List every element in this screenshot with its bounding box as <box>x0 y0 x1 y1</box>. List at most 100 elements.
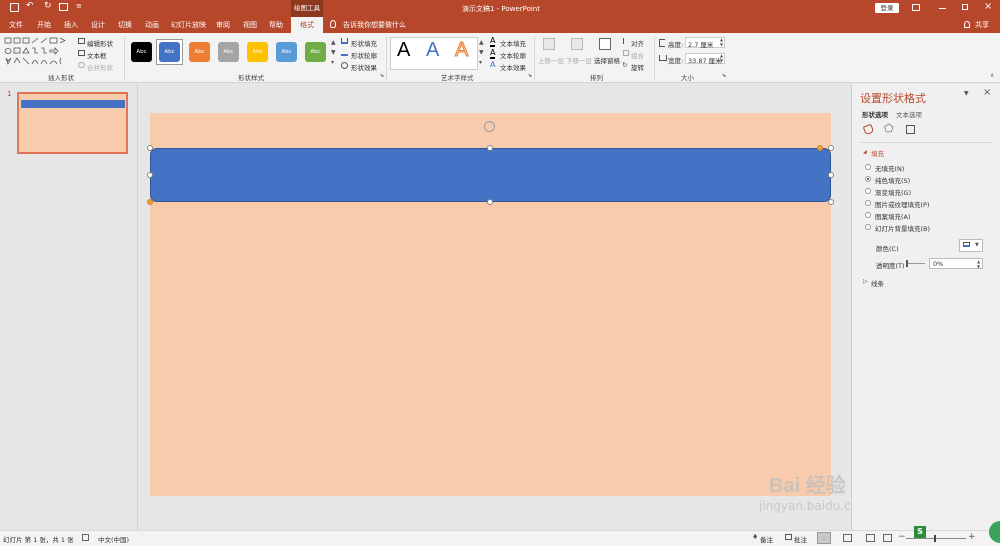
tab-file[interactable]: 文件 <box>9 20 23 30</box>
undo-icon[interactable]: ↶ <box>26 1 34 11</box>
shape-effect-button[interactable]: 形状效果 <box>351 62 377 72</box>
login-button[interactable]: 登录 <box>875 3 899 13</box>
shape-gallery[interactable] <box>4 37 66 69</box>
line-section-expand-icon[interactable]: ▷ <box>863 278 868 285</box>
style-swatch-lightblue[interactable]: Abc <box>276 42 297 62</box>
shape-fill-button[interactable]: 形状填充 <box>351 38 377 48</box>
transparency-slider[interactable] <box>906 260 925 267</box>
height-spin-icon[interactable]: ▲ ▼ <box>720 37 723 47</box>
fill-option-none[interactable]: 无填充(N) <box>865 163 965 173</box>
style-swatch-black[interactable]: Abc <box>131 42 152 62</box>
tab-shape-options[interactable]: 形状选项 <box>862 109 888 119</box>
dialog-launcher-icon[interactable]: ⬊ <box>380 73 384 79</box>
start-from-beginning-icon[interactable] <box>59 3 68 11</box>
fill-option-solid[interactable]: 纯色填充(S) <box>865 175 965 185</box>
width-input[interactable]: 33.87 厘米 <box>685 53 725 65</box>
effects-icon[interactable]: ⬠ <box>884 123 894 134</box>
normal-view-icon[interactable] <box>817 532 831 544</box>
edit-shape-button[interactable]: 编辑形状 <box>87 38 113 48</box>
resize-handle-bottom-left[interactable] <box>147 199 153 205</box>
selection-pane-button[interactable]: 选择窗格 <box>594 55 620 65</box>
close-icon[interactable]: × <box>984 1 992 12</box>
resize-handle-bottom-right[interactable] <box>828 199 834 205</box>
gallery-scroll-icon[interactable]: ▲ ▼ ▾ <box>331 38 336 68</box>
minimize-icon[interactable] <box>939 8 946 9</box>
tab-view[interactable]: 视图 <box>243 20 257 30</box>
fill-option-gradient[interactable]: 渐变填充(G) <box>865 187 965 197</box>
text-outline-button[interactable]: 文本轮廓 <box>500 50 526 60</box>
color-picker-button[interactable]: ▼ <box>959 239 983 252</box>
zoom-in-icon[interactable]: + <box>968 532 976 542</box>
comments-button[interactable]: 批注 <box>794 534 807 544</box>
fill-option-pattern[interactable]: 图案填充(A) <box>865 211 965 221</box>
align-button[interactable]: 对齐 <box>631 38 644 48</box>
zoom-slider-thumb[interactable] <box>934 535 936 542</box>
bring-forward-button[interactable]: 上移一层 <box>538 55 564 65</box>
rotate-button[interactable]: 旋转 <box>631 62 644 72</box>
style-swatch-gold[interactable]: Abc <box>247 42 268 62</box>
tab-help[interactable]: 帮助 <box>269 20 283 30</box>
style-swatch-orange[interactable]: Abc <box>189 42 210 62</box>
language-label[interactable]: 中文(中国) <box>98 534 129 544</box>
reading-view-icon[interactable] <box>866 534 875 542</box>
selected-rounded-rectangle[interactable] <box>150 148 831 202</box>
slide-thumbnail[interactable] <box>17 92 128 154</box>
line-section-header[interactable]: 线条 <box>871 278 884 288</box>
zoom-out-icon[interactable]: − <box>898 532 906 542</box>
fill-section-expand-icon[interactable]: ◢ <box>863 149 867 155</box>
style-swatch-gray[interactable]: Abc <box>218 42 239 62</box>
ribbon-display-options-icon[interactable] <box>912 4 920 11</box>
tell-me-box[interactable]: 告诉我你想要做什么 <box>343 20 406 30</box>
collapse-ribbon-icon[interactable]: ∧ <box>990 72 994 79</box>
transparency-input[interactable]: 0% <box>929 258 983 269</box>
tab-format[interactable]: 格式 <box>291 17 323 33</box>
transparency-spin-icon[interactable]: ▲ ▼ <box>977 259 980 269</box>
tab-slideshow[interactable]: 幻灯片放映 <box>171 20 206 30</box>
tab-text-options[interactable]: 文本选项 <box>896 109 922 119</box>
text-effect-button[interactable]: 文本效果 <box>500 62 526 72</box>
fill-line-icon[interactable] <box>862 123 875 136</box>
wordart-black-a[interactable]: A <box>397 39 410 62</box>
fill-option-picture[interactable]: 图片或纹理填充(P) <box>865 199 985 209</box>
wordart-scroll-icon[interactable]: ▲ ▼ ▾ <box>479 38 484 68</box>
group-button[interactable]: 组合 <box>631 50 644 60</box>
tab-design[interactable]: 设计 <box>91 20 105 30</box>
notes-button[interactable]: 备注 <box>760 534 773 544</box>
slide-sorter-icon[interactable] <box>843 534 852 542</box>
tab-home[interactable]: 开始 <box>37 20 51 30</box>
pane-close-icon[interactable]: × <box>983 87 991 98</box>
resize-handle-top[interactable] <box>487 145 493 151</box>
tab-transitions[interactable]: 切换 <box>118 20 132 30</box>
size-properties-icon[interactable] <box>906 125 915 134</box>
restore-icon[interactable] <box>962 4 968 10</box>
send-backward-button[interactable]: 下移一层 <box>566 55 592 65</box>
pane-options-icon[interactable]: ▼ <box>964 90 969 97</box>
rotate-handle-icon[interactable] <box>484 121 495 132</box>
fill-section-header[interactable]: 填充 <box>871 148 884 158</box>
tab-insert[interactable]: 插入 <box>64 20 78 30</box>
wordart-blue-a[interactable]: A <box>426 39 439 62</box>
resize-handle-left[interactable] <box>147 172 153 178</box>
spellcheck-icon[interactable] <box>82 534 89 541</box>
height-input[interactable]: 2.7 厘米 <box>685 37 725 49</box>
fill-option-slide-background[interactable]: 幻灯片背景填充(B) <box>865 223 985 233</box>
merge-shapes-button[interactable]: 合并形状 <box>87 62 113 72</box>
dialog-launcher-icon[interactable]: ⬊ <box>528 73 532 79</box>
width-spin-icon[interactable]: ▲ ▼ <box>720 53 723 63</box>
slideshow-view-icon[interactable] <box>883 534 892 542</box>
resize-handle-bottom[interactable] <box>487 199 493 205</box>
resize-handle-right[interactable] <box>828 172 834 178</box>
slider-thumb[interactable] <box>906 260 908 267</box>
zoom-slider[interactable] <box>906 535 966 542</box>
tab-review[interactable]: 审阅 <box>216 20 230 30</box>
style-swatch-green[interactable]: Abc <box>305 42 326 62</box>
customize-qat-icon[interactable]: ≡ <box>76 2 82 10</box>
save-icon[interactable] <box>10 3 19 12</box>
adjust-handle[interactable] <box>817 145 823 151</box>
resize-handle-top-right[interactable] <box>828 145 834 151</box>
style-swatch-blue[interactable]: Abc <box>159 42 180 62</box>
share-button[interactable]: 共享 <box>975 20 989 30</box>
dialog-launcher-icon[interactable]: ⬊ <box>722 73 726 79</box>
tab-animations[interactable]: 动画 <box>145 20 159 30</box>
text-box-button[interactable]: 文本框 <box>87 50 107 60</box>
